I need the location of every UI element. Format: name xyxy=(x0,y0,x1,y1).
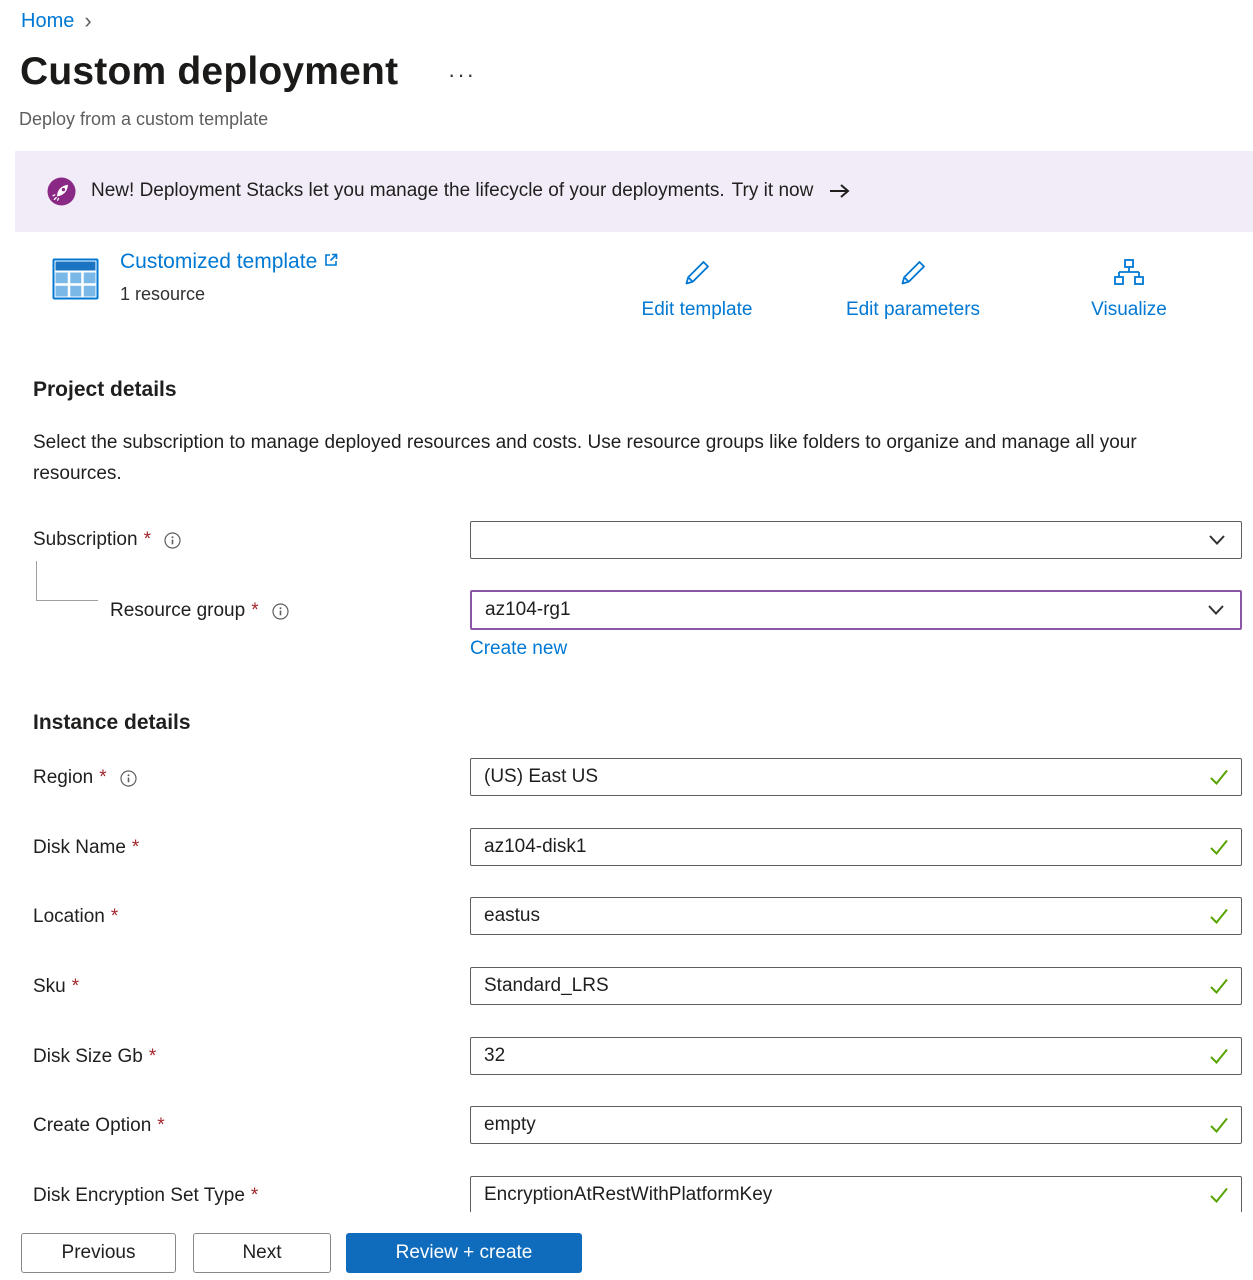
valid-check-icon xyxy=(1208,905,1230,927)
required-marker: * xyxy=(157,1115,164,1137)
disk-encryption-set-type-input[interactable]: EncryptionAtRestWithPlatformKey xyxy=(470,1176,1242,1214)
required-marker: * xyxy=(99,767,106,789)
valid-check-icon xyxy=(1208,1114,1230,1136)
hierarchy-icon xyxy=(1112,256,1146,293)
disk-encryption-set-type-label-text: Disk Encryption Set Type xyxy=(33,1185,245,1207)
next-button[interactable]: Next xyxy=(193,1233,331,1273)
required-marker: * xyxy=(251,1185,258,1207)
valid-check-icon xyxy=(1208,975,1230,997)
resource-group-label-text: Resource group xyxy=(110,600,245,622)
region-value: (US) East US xyxy=(484,766,598,788)
disk-encryption-set-type-label: Disk Encryption Set Type * xyxy=(33,1185,258,1207)
required-marker: * xyxy=(132,837,139,859)
visualize-button[interactable]: Visualize xyxy=(1039,256,1219,321)
required-marker: * xyxy=(72,976,79,998)
disk-size-value: 32 xyxy=(484,1045,505,1067)
resource-group-dropdown[interactable]: az104-rg1 xyxy=(470,590,1242,630)
edit-template-label: Edit template xyxy=(642,299,753,321)
valid-check-icon xyxy=(1208,1045,1230,1067)
create-option-label-text: Create Option xyxy=(33,1115,151,1137)
custom-deployment-page: Home › Custom deployment ··· Deploy from… xyxy=(0,0,1253,1280)
create-option-label: Create Option * xyxy=(33,1115,165,1137)
info-icon[interactable] xyxy=(120,770,137,787)
more-options-button[interactable]: ··· xyxy=(448,62,476,88)
disk-name-value: az104-disk1 xyxy=(484,836,586,858)
breadcrumb-home-link[interactable]: Home xyxy=(21,10,74,33)
banner-message: New! Deployment Stacks let you manage th… xyxy=(91,180,725,202)
info-icon[interactable] xyxy=(164,532,181,549)
wizard-footer: Previous Next Review + create xyxy=(0,1212,1253,1280)
banner-text: New! Deployment Stacks let you manage th… xyxy=(91,180,852,202)
sku-label: Sku * xyxy=(33,976,79,998)
required-marker: * xyxy=(144,529,151,551)
sku-input[interactable]: Standard_LRS xyxy=(470,967,1242,1005)
field-tree-connector xyxy=(36,561,98,601)
customized-template-label[interactable]: Customized template xyxy=(120,250,317,274)
pencil-icon xyxy=(896,256,930,293)
disk-size-label-text: Disk Size Gb xyxy=(33,1046,143,1068)
template-icon xyxy=(52,256,99,307)
required-marker: * xyxy=(111,906,118,928)
page-subtitle: Deploy from a custom template xyxy=(19,109,268,130)
subscription-label: Subscription * xyxy=(33,529,181,551)
create-new-link[interactable]: Create new xyxy=(470,638,567,660)
create-option-value: empty xyxy=(484,1114,536,1136)
edit-template-button[interactable]: Edit template xyxy=(607,256,787,321)
location-value: eastus xyxy=(484,905,540,927)
region-label: Region * xyxy=(33,767,137,789)
instance-details-heading: Instance details xyxy=(33,711,191,735)
info-icon[interactable] xyxy=(272,603,289,620)
location-label-text: Location xyxy=(33,906,105,928)
valid-check-icon xyxy=(1208,1184,1230,1206)
template-resource-count: 1 resource xyxy=(120,284,205,305)
resource-group-value: az104-rg1 xyxy=(485,599,571,621)
edit-parameters-button[interactable]: Edit parameters xyxy=(823,256,1003,321)
disk-size-input[interactable]: 32 xyxy=(470,1037,1242,1075)
disk-size-label: Disk Size Gb * xyxy=(33,1046,156,1068)
disk-name-label: Disk Name * xyxy=(33,837,139,859)
project-details-description: Select the subscription to manage deploy… xyxy=(33,427,1193,489)
breadcrumb: Home › xyxy=(21,8,92,34)
valid-check-icon xyxy=(1208,836,1230,858)
region-label-text: Region xyxy=(33,767,93,789)
subscription-label-text: Subscription xyxy=(33,529,138,551)
disk-name-label-text: Disk Name xyxy=(33,837,126,859)
arrow-right-icon[interactable] xyxy=(828,183,852,199)
previous-button[interactable]: Previous xyxy=(21,1233,176,1273)
location-input[interactable]: eastus xyxy=(470,897,1242,935)
visualize-label: Visualize xyxy=(1091,299,1167,321)
sku-value: Standard_LRS xyxy=(484,975,609,997)
disk-encryption-set-type-value: EncryptionAtRestWithPlatformKey xyxy=(484,1184,772,1206)
review-create-button[interactable]: Review + create xyxy=(346,1233,582,1273)
project-details-heading: Project details xyxy=(33,378,177,402)
page-title: Custom deployment xyxy=(20,50,398,94)
chevron-down-icon xyxy=(1207,604,1225,616)
sku-label-text: Sku xyxy=(33,976,66,998)
deployment-stacks-banner: New! Deployment Stacks let you manage th… xyxy=(15,151,1253,232)
banner-try-it-now-link[interactable]: Try it now xyxy=(732,180,814,202)
location-label: Location * xyxy=(33,906,118,928)
chevron-down-icon xyxy=(1208,534,1226,546)
pencil-icon xyxy=(680,256,714,293)
external-link-icon xyxy=(323,250,339,274)
required-marker: * xyxy=(251,600,258,622)
subscription-dropdown[interactable] xyxy=(470,521,1242,559)
resource-group-label: Resource group * xyxy=(110,600,289,622)
region-input[interactable]: (US) East US xyxy=(470,758,1242,796)
create-option-input[interactable]: empty xyxy=(470,1106,1242,1144)
edit-parameters-label: Edit parameters xyxy=(846,299,980,321)
valid-check-icon xyxy=(1208,766,1230,788)
disk-name-input[interactable]: az104-disk1 xyxy=(470,828,1242,866)
rocket-icon xyxy=(47,177,76,206)
customized-template-link[interactable]: Customized template xyxy=(120,250,339,274)
breadcrumb-separator: › xyxy=(84,8,91,34)
required-marker: * xyxy=(149,1046,156,1068)
